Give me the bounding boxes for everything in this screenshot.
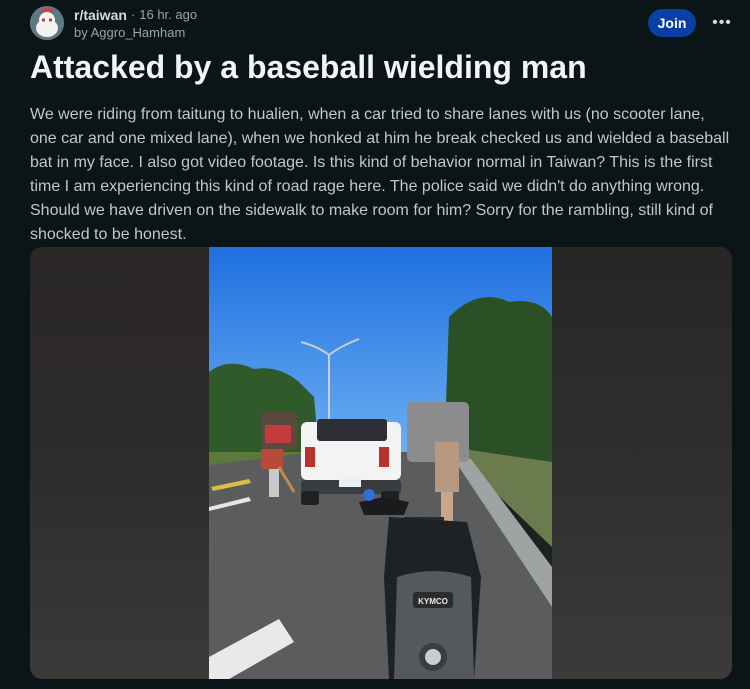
more-options-icon[interactable]: ••• xyxy=(708,10,736,36)
media-blur-right xyxy=(552,247,732,679)
post-title[interactable]: Attacked by a baseball wielding man xyxy=(30,46,730,88)
media-blur-left xyxy=(30,247,209,679)
post-photo[interactable]: KYMCO xyxy=(209,247,552,679)
subreddit-name[interactable]: r/taiwan xyxy=(74,6,127,24)
post-media[interactable]: KYMCO xyxy=(30,247,732,679)
scooter-brand-label: KYMCO xyxy=(418,597,448,606)
post-body: We were riding from taitung to hualien, … xyxy=(30,106,730,243)
join-button[interactable]: Join xyxy=(648,9,696,37)
post-meta: r/taiwan · 16 hr. ago by Aggro_Hamham xyxy=(74,6,197,42)
road-scene-image: KYMCO xyxy=(209,247,552,679)
meta-separator: · xyxy=(130,7,136,22)
post-time: 16 hr. ago xyxy=(139,7,198,22)
post-author[interactable]: by Aggro_Hamham xyxy=(74,24,197,42)
subreddit-avatar[interactable] xyxy=(30,6,64,40)
snoo-icon xyxy=(30,6,64,40)
